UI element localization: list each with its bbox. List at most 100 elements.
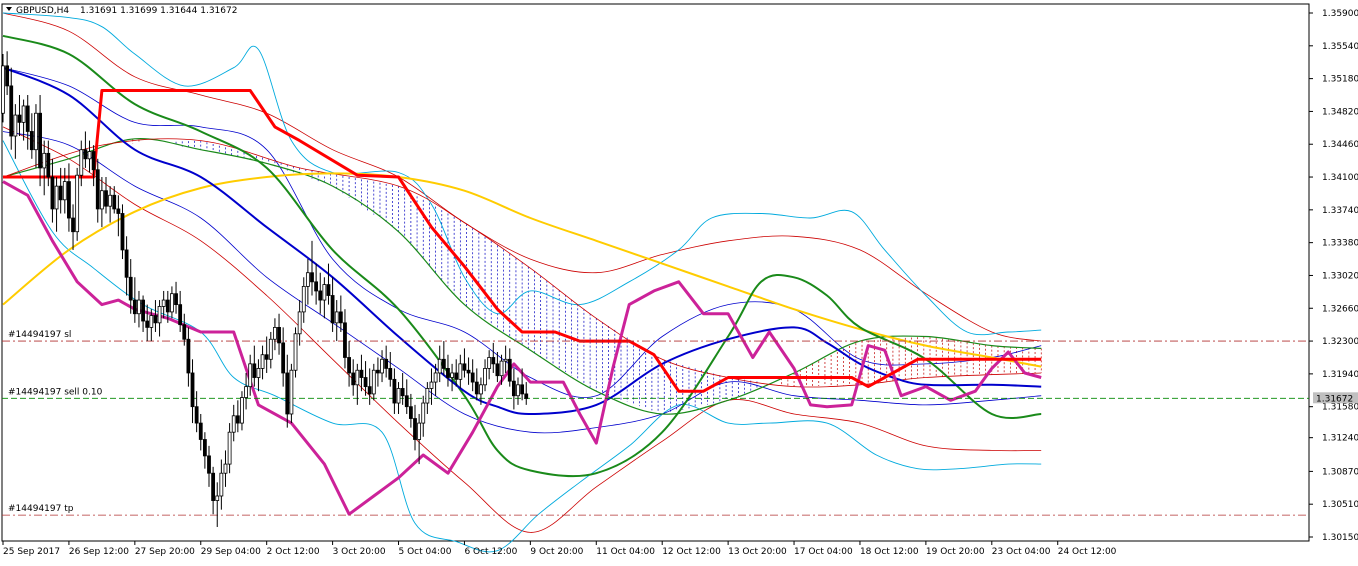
candle-body [252,363,257,378]
candle-body [289,369,294,415]
candle-body [376,369,380,374]
candle-body [334,311,339,324]
candle-body [25,105,30,132]
candle-body [198,422,203,440]
candle-body [462,363,467,371]
time-tick-label: 29 Sep 04:00 [201,547,261,557]
price-tick-label: 1.30510 [1322,500,1358,510]
time-tick-label: 23 Oct 04:00 [992,547,1051,557]
candle-body [91,151,96,171]
time-tick-label: 27 Sep 20:00 [135,547,195,557]
candle-body [244,386,248,398]
candle-body [314,281,319,292]
candle-body [446,368,450,378]
candle-body [165,299,170,313]
candle-body [120,213,125,251]
price-tick-label: 1.33740 [1322,206,1358,216]
price-tick-label: 1.34820 [1322,107,1358,117]
candle-body [429,381,434,389]
candle-body [520,384,525,395]
candle-body [479,384,483,395]
time-tick-label: 9 Oct 20:00 [530,547,583,557]
candle-body [437,358,442,374]
candle-body [355,369,360,386]
price-tag: 1.31672 [1313,392,1358,404]
price-tick-label: 1.30150 [1322,533,1358,543]
candle-body [108,194,113,207]
candle-body [408,406,413,419]
price-tick-label: 1.33380 [1322,239,1358,249]
candle-body [470,372,475,383]
ohlc-readout: 1.31691 1.31699 1.31644 1.31672 [80,6,237,16]
candle-body [207,455,211,474]
chart-window: #14494197 sl #14494197 sell 0.10 #14494197… [0,0,1358,562]
candle-body [310,272,314,283]
candle-body [182,324,187,340]
candle-body [75,174,80,233]
price-tick-label: 1.35180 [1322,75,1358,85]
candle-body [29,131,34,151]
candle-body [170,293,174,313]
candle [289,363,294,424]
price-tick-label: 1.31240 [1322,434,1358,444]
candle-body [186,338,191,374]
candle-body [17,114,22,123]
candle-body [363,377,368,388]
candle-body [516,384,520,397]
candle-body [153,315,158,324]
candle-body [268,338,273,360]
candle-body [367,386,372,395]
candle-body [404,395,409,408]
candle-body [1,65,5,114]
time-tick-label: 26 Sep 12:00 [69,547,129,557]
candle-body [62,181,67,201]
candle-body [326,284,331,296]
candle-body [174,293,178,306]
candle-body [503,358,508,362]
candle-body [58,185,63,201]
price-chart[interactable]: #14494197 sl #14494197 sell 0.10 #14494197… [0,0,1358,562]
candle-body [495,363,500,377]
candle-body [293,333,298,371]
candle-body [305,272,310,287]
candle-body [132,299,137,315]
candle-body [223,463,228,474]
time-tick-label: 18 Oct 12:00 [860,547,919,557]
candle-body [392,378,397,404]
candle-body [240,397,244,424]
price-tick-label: 1.32300 [1322,337,1358,347]
symbol-label: GBPUSD,H4 [16,6,69,16]
candle-body [248,363,253,388]
candle-body [79,149,84,176]
price-tick-label: 1.35540 [1322,42,1358,52]
candle-body [388,368,393,380]
candle-body [194,406,199,424]
candle-body [137,299,141,315]
candle-body [301,285,306,313]
candle-body [215,495,220,501]
candle-body [487,357,492,369]
order-line-label: #14494197 sl [8,330,71,340]
candle-body [351,372,356,386]
price-tick-label: 1.34460 [1322,140,1358,150]
candle-body [277,326,281,344]
candle-body [190,372,195,408]
candle-body [359,369,364,378]
candle-body [157,306,162,324]
candle-body [260,354,265,369]
candle-body [330,295,335,324]
candle-body [231,415,236,433]
candle-body [458,363,463,380]
candle-body [466,369,471,374]
candle-body [491,357,496,365]
candle-body [145,320,150,328]
candle-body [235,415,240,424]
candle-body [417,422,422,440]
candle-body [499,360,504,377]
candle-body [347,357,351,374]
candle-body [524,393,529,399]
candle-body [124,249,129,278]
candle-body [67,181,71,219]
candle-body [483,368,487,386]
time-tick-label: 3 Oct 20:00 [333,547,386,557]
